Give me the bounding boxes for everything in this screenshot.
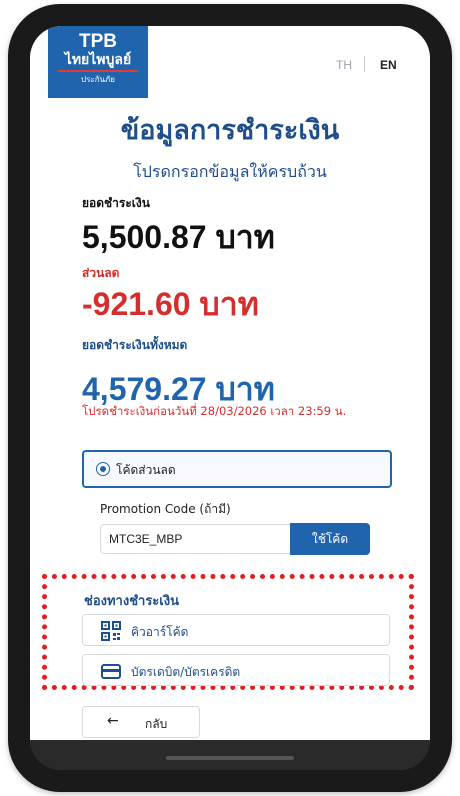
radio-selected-icon[interactable] (96, 462, 110, 476)
qr-code-icon (101, 621, 121, 641)
page-title: ข้อมูลการชำระเงิน (120, 115, 340, 146)
volume-down-button (10, 214, 18, 260)
phone-bottom-bezel (30, 740, 430, 770)
amount-value: 5,500.87 บาท (82, 219, 275, 255)
card-payment-label: บัตรเดบิต/บัตรเครดิต (131, 665, 241, 679)
logo-text-insurance: ประกันภัย (81, 75, 115, 84)
logo-text-tpb: TPB (79, 31, 117, 52)
card-payment-button[interactable]: บัตรเดบิต/บัตรเครดิต (82, 654, 390, 686)
amount-label: ยอดชำระเงิน (82, 196, 150, 210)
volume-up-button (10, 154, 18, 200)
page-subtitle: โปรดกรอกข้อมูลให้ครบถ้วน (133, 162, 327, 181)
apply-code-button[interactable]: ใช้โค้ด (290, 523, 370, 555)
discount-code-option-label: โค้ดส่วนลด (116, 463, 176, 477)
promo-code-label: Promotion Code (ถ้ามี) (100, 502, 231, 516)
credit-card-icon (101, 664, 121, 679)
discount-code-option[interactable]: โค้ดส่วนลด (82, 450, 392, 488)
qr-code-payment-button[interactable]: คิวอาร์โค้ด (82, 614, 390, 646)
discount-value: -921.60 บาท (82, 286, 259, 322)
home-indicator (166, 756, 294, 760)
radio-dot (100, 466, 106, 472)
power-button (442, 184, 450, 254)
logo-divider (58, 70, 138, 72)
back-button[interactable]: ← กลับ (82, 706, 200, 738)
arrow-left-icon: ← (107, 713, 119, 729)
promo-code-input[interactable] (100, 524, 290, 554)
back-button-label: กลับ (145, 717, 168, 731)
phone-frame: TPB ไทยไพบูลย์ ประกันภัย TH EN ข้อมูลการ… (8, 4, 452, 792)
logo-text-thai: ไทยไพบูลย์ (64, 52, 132, 68)
tpb-logo: TPB ไทยไพบูลย์ ประกันภัย (48, 26, 148, 98)
total-label: ยอดชำระเงินทั้งหมด (82, 338, 188, 352)
lang-th-link[interactable]: TH (336, 58, 352, 72)
payment-deadline: โปรดชำระเงินก่อนวันที่ 28/03/2026 เวลา 2… (82, 404, 347, 418)
payment-channel-title: ช่องทางชำระเงิน (84, 594, 179, 609)
phone-screen: TPB ไทยไพบูลย์ ประกันภัย TH EN ข้อมูลการ… (30, 26, 430, 770)
lang-en-link[interactable]: EN (380, 58, 397, 72)
lang-divider (364, 56, 365, 72)
qr-code-payment-label: คิวอาร์โค้ด (131, 625, 189, 639)
